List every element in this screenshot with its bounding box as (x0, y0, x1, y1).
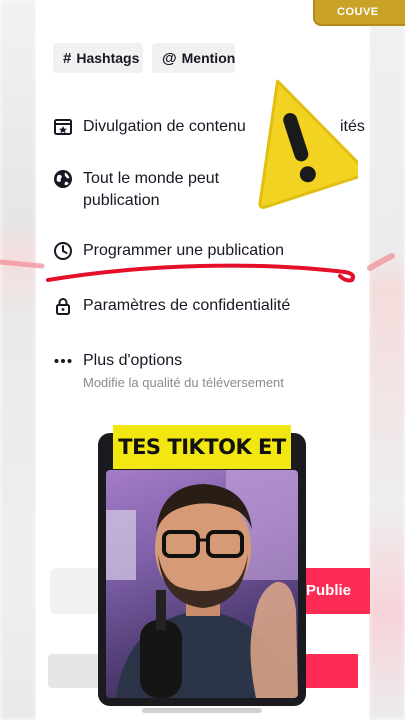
home-indicator (142, 708, 262, 713)
bottom-left-control (48, 654, 100, 688)
lock-icon (56, 298, 70, 315)
publish-label: Publie (306, 582, 352, 599)
privacy-settings-row[interactable]: Paramètres de confidentialité (53, 295, 290, 317)
privacy-settings-label: Paramètres de confidentialité (83, 297, 291, 314)
more-options-subtitle: Modifie la qualité du téléversement (83, 375, 284, 390)
creator-video (106, 470, 298, 698)
more-options-row[interactable]: Plus d'options (53, 350, 182, 372)
creator-portrait-image (106, 470, 298, 698)
drafts-button[interactable] (50, 568, 100, 614)
more-options-label: Plus d'options (83, 352, 183, 369)
overlay-caption-banner: TES TIKTOK ET (113, 425, 291, 469)
more-dots-icon (54, 359, 72, 363)
warning-sign-icon (258, 79, 358, 209)
bottom-right-control (306, 654, 358, 688)
publish-button[interactable]: Publie (300, 568, 370, 614)
